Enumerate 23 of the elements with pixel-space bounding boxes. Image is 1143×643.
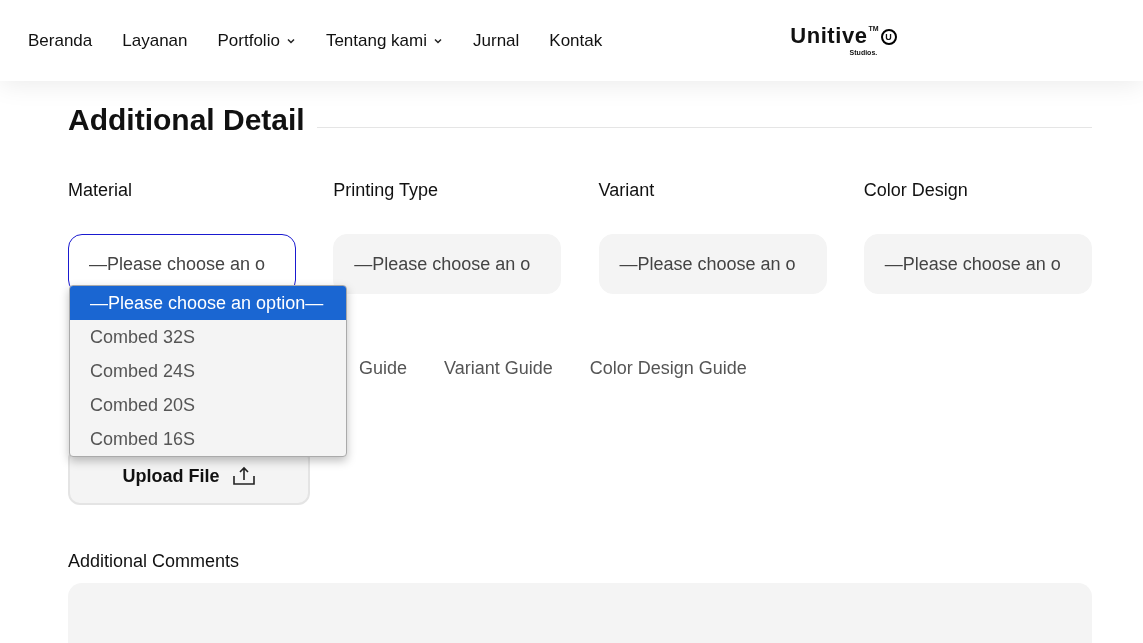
section-title: Additional Detail (68, 105, 305, 135)
select-field[interactable]: —Please choose an o (863, 234, 1092, 294)
nav-link[interactable]: Portfolio (217, 27, 296, 54)
nav-link[interactable]: Tentang kami (325, 27, 443, 54)
upload-icon (231, 466, 256, 486)
nav-link[interactable]: Kontak (549, 27, 603, 54)
field-label: Material (68, 181, 134, 199)
dropdown-option[interactable]: Combed 32S (70, 320, 346, 354)
select-field[interactable]: —Please choose an o (333, 234, 562, 294)
guide-link[interactable]: Variant Guide (444, 359, 553, 377)
select-field[interactable]: —Please choose an o (598, 234, 827, 294)
nav-link[interactable]: Jurnal (473, 27, 520, 54)
field-label: Variant (598, 181, 656, 199)
dropdown-option[interactable]: —Please choose an option— (70, 286, 346, 320)
guide-link[interactable]: Guide (359, 359, 408, 377)
nav-link[interactable]: Layanan (122, 27, 188, 54)
dropdown-option[interactable]: Combed 20S (70, 388, 346, 422)
dropdown-option[interactable]: Combed 24S (70, 354, 346, 388)
field-label: Additional Comments (68, 552, 241, 570)
field-label: Printing Type (333, 181, 439, 199)
guide-link[interactable]: Color Design Guide (589, 359, 747, 377)
field-label: Color Design (863, 181, 969, 199)
nav-link[interactable]: Beranda (28, 27, 93, 54)
